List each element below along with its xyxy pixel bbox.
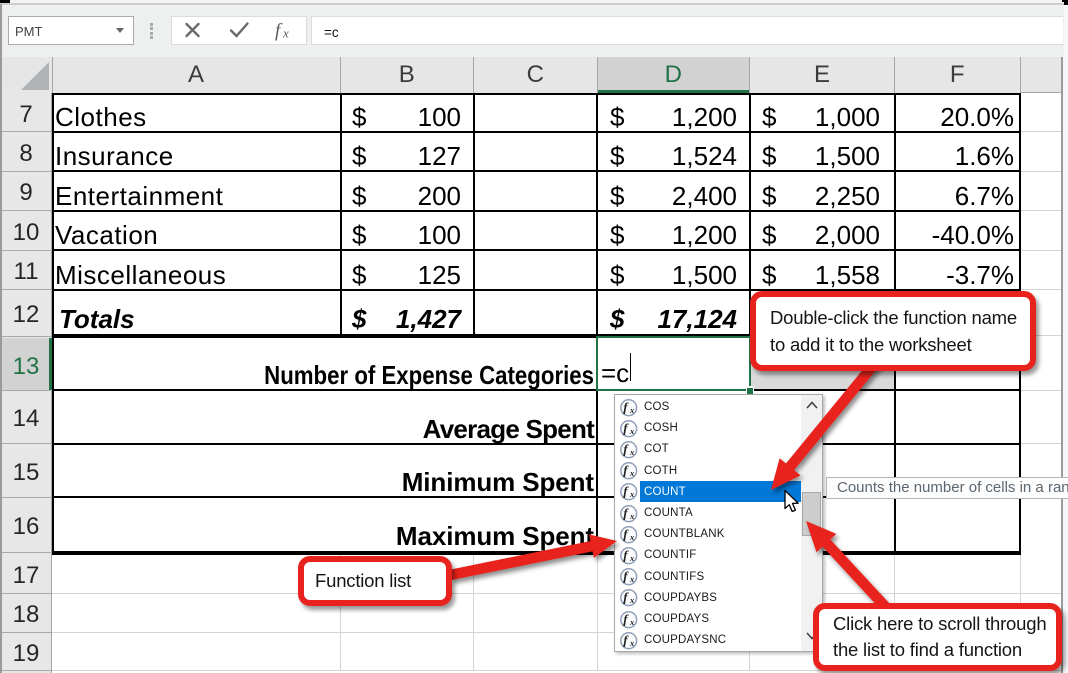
- svg-text:x: x: [629, 468, 635, 478]
- svg-text:x: x: [629, 595, 635, 605]
- svg-text:x: x: [282, 26, 289, 41]
- svg-text:x: x: [629, 405, 635, 415]
- svg-text:x: x: [629, 532, 635, 542]
- svg-text:f: f: [275, 21, 283, 42]
- svg-text:x: x: [629, 617, 635, 627]
- svg-text:x: x: [629, 511, 635, 521]
- svg-text:x: x: [629, 489, 635, 499]
- svg-text:x: x: [629, 638, 635, 648]
- svg-text:x: x: [629, 426, 635, 436]
- svg-text:x: x: [629, 553, 635, 563]
- svg-text:x: x: [629, 447, 635, 457]
- svg-text:x: x: [629, 574, 635, 584]
